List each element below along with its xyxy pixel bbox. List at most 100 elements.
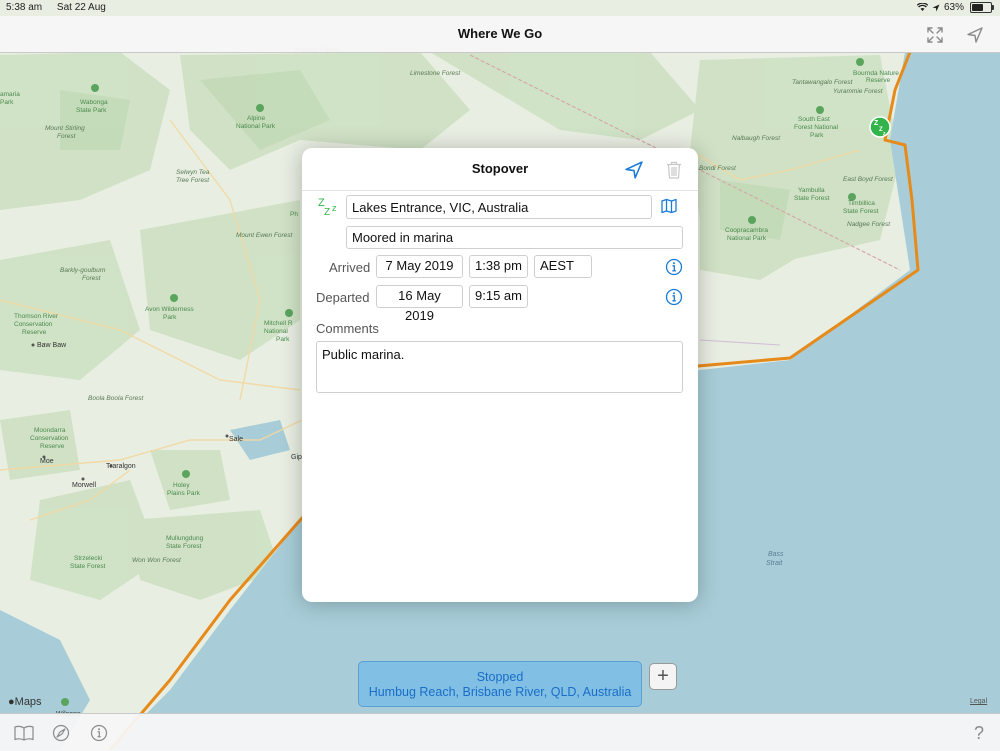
svg-text:State Forest: State Forest (843, 208, 879, 215)
svg-text:Forest National: Forest National (794, 124, 839, 131)
nav-title: Where We Go (457, 26, 543, 41)
departed-label: Departed (316, 290, 370, 305)
compass-icon (52, 724, 70, 742)
location-input[interactable] (346, 195, 652, 219)
svg-text:Mount Ewen Forest: Mount Ewen Forest (236, 232, 294, 239)
add-stopover-button[interactable]: + (649, 663, 677, 690)
location-arrow-icon (625, 161, 643, 179)
svg-text:Plains Park: Plains Park (167, 490, 201, 497)
arrived-label: Arrived (329, 260, 371, 275)
legal-link[interactable]: Legal (970, 698, 987, 705)
stopover-dialog: Stopover Z Z z Arrived 7 May 2019 1:38 p… (302, 148, 698, 602)
help-button[interactable]: ? (968, 722, 990, 744)
svg-text:Nalbaugh Forest: Nalbaugh Forest (732, 135, 781, 142)
arrived-timezone-field[interactable]: AEST (534, 255, 592, 278)
svg-text:Park: Park (810, 132, 824, 139)
svg-text:Park: Park (276, 336, 290, 343)
svg-text:Mount Stirling: Mount Stirling (45, 125, 85, 132)
apple-icon: ● (8, 696, 15, 708)
logbook-button[interactable] (13, 722, 35, 744)
svg-text:National: National (264, 328, 288, 335)
info-icon (90, 724, 108, 742)
bottom-toolbar: ? (0, 713, 1000, 751)
svg-text:z: z (332, 203, 337, 213)
svg-text:Baw Baw: Baw Baw (37, 342, 67, 349)
svg-text:State Forest: State Forest (70, 563, 106, 570)
svg-text:amaria: amaria (0, 91, 20, 98)
departed-time-field[interactable]: 9:15 am (469, 285, 528, 308)
fullscreen-button[interactable] (924, 24, 946, 46)
svg-text:Tantawangalo Forest: Tantawangalo Forest (792, 79, 854, 86)
dialog-header: Stopover (302, 148, 698, 191)
svg-text:Z: Z (324, 207, 330, 218)
svg-text:Won Won Forest: Won Won Forest (132, 557, 182, 564)
svg-text:Sale: Sale (229, 436, 243, 443)
trash-icon (667, 161, 681, 179)
book-icon (14, 725, 34, 741)
svg-text:Limestone Forest: Limestone Forest (410, 70, 461, 77)
svg-text:State Forest: State Forest (794, 195, 830, 202)
battery-icon (970, 2, 994, 13)
stopover-pin[interactable]: Z Z z (869, 116, 891, 138)
svg-text:Reserve: Reserve (40, 443, 65, 450)
svg-text:Forest: Forest (82, 275, 102, 282)
svg-text:Mullungdung: Mullungdung (166, 535, 204, 542)
departed-date-field[interactable]: 16 May 2019 (376, 285, 463, 323)
svg-text:Barkly-goulburn: Barkly-goulburn (60, 267, 106, 274)
svg-text:Bass: Bass (768, 551, 784, 558)
svg-text:National Park: National Park (236, 123, 276, 130)
arrived-time-field[interactable]: 1:38 pm (469, 255, 528, 278)
svg-text:Conservation: Conservation (14, 321, 53, 328)
svg-text:Strzelecki: Strzelecki (74, 555, 102, 562)
svg-text:Bondi Forest: Bondi Forest (699, 165, 737, 172)
svg-text:Alpine: Alpine (247, 115, 265, 122)
svg-text:Bournda Nature: Bournda Nature (853, 70, 899, 77)
svg-text:Reserve: Reserve (866, 77, 891, 84)
arrived-info-icon[interactable] (665, 258, 683, 276)
wifi-icon (916, 3, 928, 11)
current-location-button[interactable] (964, 24, 986, 46)
svg-text:East Boyd Forest: East Boyd Forest (843, 176, 894, 183)
note-input[interactable] (346, 226, 683, 249)
svg-text:National Park: National Park (727, 235, 767, 242)
svg-text:Thomson River: Thomson River (14, 313, 59, 320)
map-icon (661, 198, 677, 214)
svg-text:Nadgee Forest: Nadgee Forest (847, 221, 891, 228)
status-bar: 5:38 am Sat 22 Aug 63% (0, 0, 1000, 16)
status-date: Sat 22 Aug (56, 2, 106, 13)
svg-text:Avon Wilderness: Avon Wilderness (145, 306, 194, 313)
location-arrow-icon (967, 27, 983, 43)
status-location: Humbug Reach, Brisbane River, QLD, Austr… (368, 685, 632, 699)
svg-text:Yambulla: Yambulla (798, 187, 825, 194)
help-icon: ? (973, 722, 984, 743)
location-services-icon (932, 4, 940, 11)
departed-info-icon[interactable] (665, 288, 683, 306)
svg-text:Moondarra: Moondarra (34, 427, 66, 434)
battery-percent: 63% (943, 2, 964, 13)
sleep-icon: Z Z z (318, 197, 337, 218)
svg-text:Traralgon: Traralgon (106, 463, 136, 470)
svg-text:Ph: Ph (290, 211, 298, 218)
svg-text:State Park: State Park (76, 107, 107, 114)
svg-text:Tree Forest: Tree Forest (176, 177, 210, 184)
svg-text:South East: South East (798, 116, 830, 123)
svg-text:Park: Park (163, 314, 177, 321)
svg-text:Holey: Holey (173, 482, 190, 489)
comments-label: Comments (316, 321, 379, 336)
comments-textarea[interactable]: Public marina. (316, 341, 683, 393)
svg-text:Gip: Gip (291, 454, 302, 461)
locate-button[interactable] (622, 158, 646, 182)
navigation-bar: Where We Go (0, 16, 1000, 53)
svg-text:Wabonga: Wabonga (80, 99, 108, 106)
fullscreen-icon (927, 27, 943, 43)
current-status-button[interactable]: Stopped Humbug Reach, Brisbane River, QL… (358, 661, 642, 707)
svg-text:Morwell: Morwell (72, 482, 97, 489)
arrived-date-field[interactable]: 7 May 2019 (376, 255, 463, 278)
info-button[interactable] (88, 722, 110, 744)
delete-button[interactable] (662, 158, 686, 182)
navigation-button[interactable] (50, 722, 72, 744)
svg-text:Moe: Moe (40, 458, 54, 465)
apple-maps-logo: ●Maps (8, 696, 42, 708)
show-on-map-button[interactable] (661, 198, 681, 216)
status-state: Stopped (476, 670, 524, 684)
